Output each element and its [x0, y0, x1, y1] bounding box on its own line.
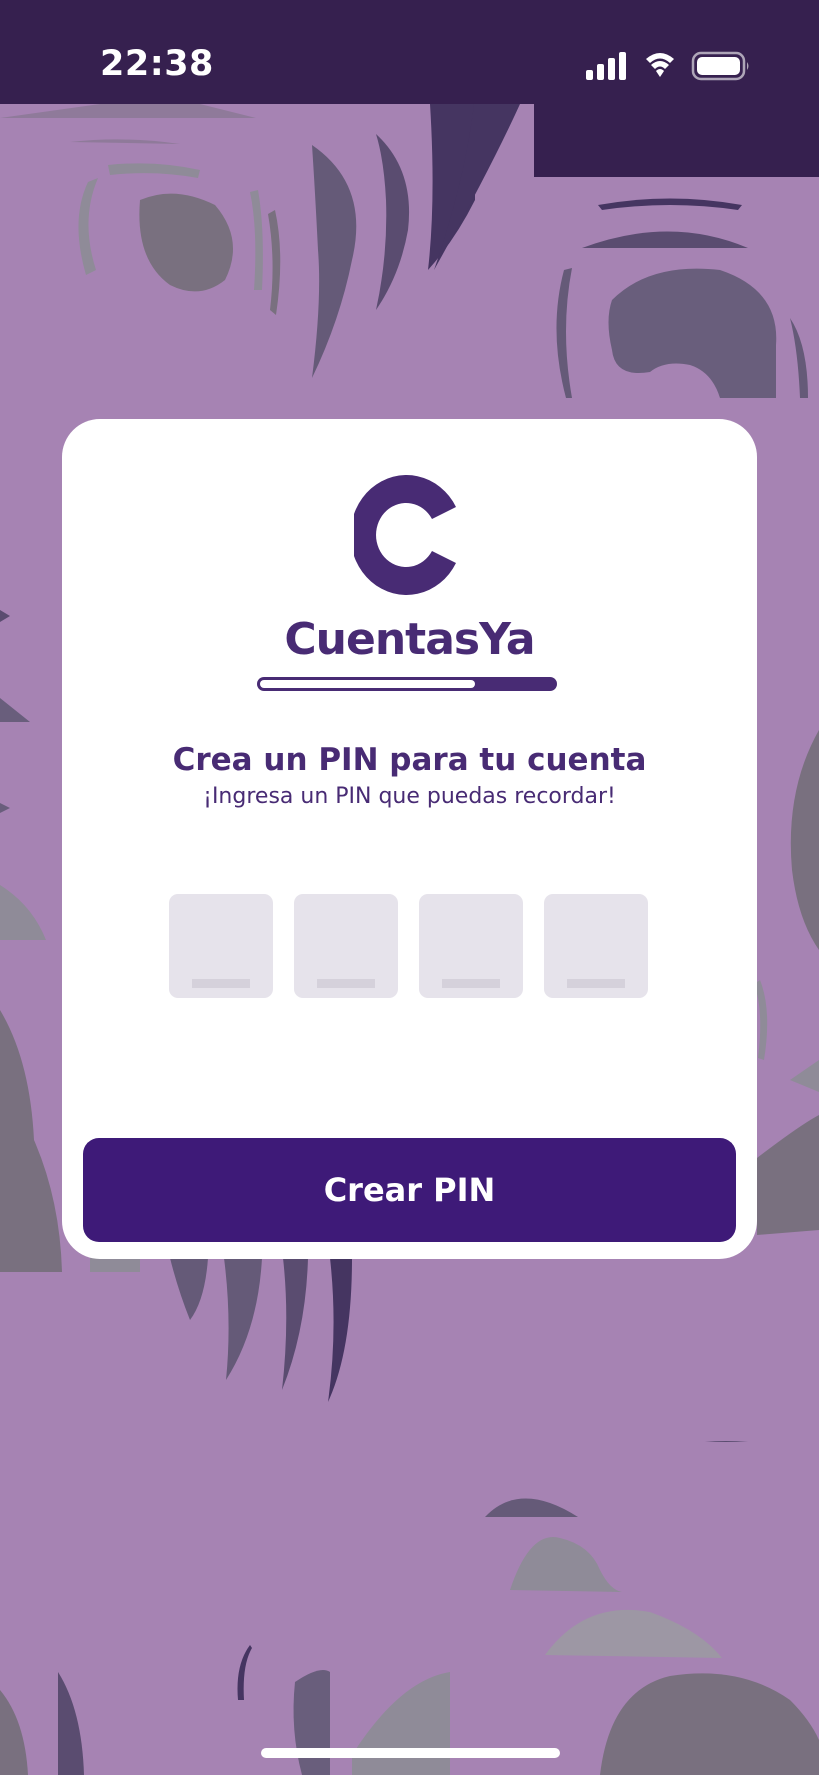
progress-bar-fill: [260, 680, 475, 688]
pin-digit-underline: [192, 979, 250, 988]
pin-digit-underline: [567, 979, 625, 988]
pin-card: CuentasYa Crea un PIN para tu cuenta ¡In…: [62, 419, 757, 1259]
wifi-icon: [646, 53, 674, 77]
progress-bar: [257, 677, 557, 691]
cellular-signal-icon: [586, 52, 626, 80]
status-icons: [586, 51, 749, 81]
pin-digit-3[interactable]: [419, 894, 523, 998]
pin-digit-underline: [317, 979, 375, 988]
battery-icon: [691, 51, 749, 81]
decorative-block: [534, 104, 819, 177]
pin-digit-2[interactable]: [294, 894, 398, 998]
brand-name: CuentasYa: [284, 614, 535, 665]
pin-digit-1[interactable]: [169, 894, 273, 998]
status-time: 22:38: [100, 44, 214, 84]
home-indicator[interactable]: [261, 1748, 560, 1758]
card-subtitle: ¡Ingresa un PIN que puedas recordar!: [203, 784, 616, 809]
card-title: Crea un PIN para tu cuenta: [172, 742, 647, 778]
pin-digit-4[interactable]: [544, 894, 648, 998]
create-pin-button[interactable]: Crear PIN: [83, 1138, 736, 1242]
pin-digit-underline: [442, 979, 500, 988]
status-bar: 22:38: [0, 0, 819, 104]
cuentasya-logo-icon: [354, 475, 456, 595]
